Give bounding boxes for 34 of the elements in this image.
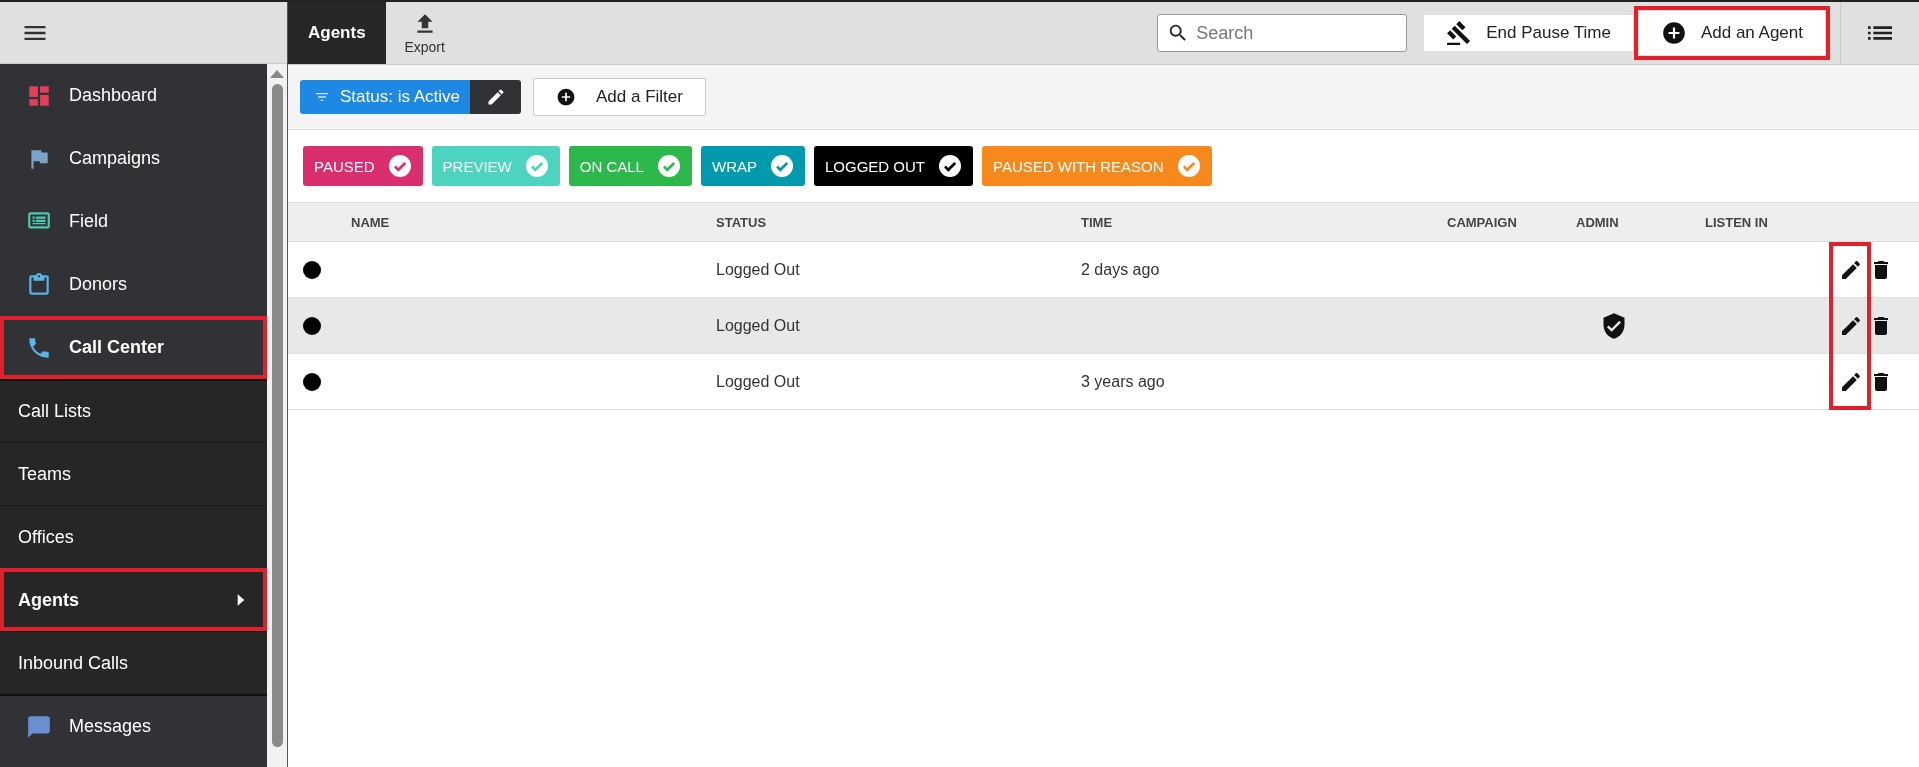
column-header: TIME xyxy=(1081,214,1114,230)
end-pause-button[interactable]: End Pause Time xyxy=(1423,14,1634,52)
column-header: CAMPAIGN xyxy=(1447,214,1518,230)
presence-dot xyxy=(303,372,321,391)
status-tag[interactable]: PAUSED xyxy=(303,146,423,186)
sidebar-item[interactable]: Inbound Calls xyxy=(0,631,267,694)
status-tag[interactable]: LOGGED OUT xyxy=(813,146,973,186)
sidebar-item[interactable]: Call Center xyxy=(0,316,267,379)
agents-tab[interactable]: Agents xyxy=(288,2,386,64)
chat-icon xyxy=(26,713,52,740)
column-header: NAME xyxy=(351,214,391,230)
column-header: LISTEN IN xyxy=(1705,214,1769,230)
scroll-up-icon[interactable] xyxy=(270,70,284,78)
column-header: STATUS xyxy=(716,214,768,230)
status-cell-text: Logged Out xyxy=(716,260,801,279)
status-cell-text: Logged Out xyxy=(716,316,801,335)
presence-dot xyxy=(303,260,321,279)
status-filter-chip[interactable]: Status: is Active xyxy=(300,80,470,114)
scrollbar[interactable] xyxy=(267,64,287,767)
sidebar-item[interactable]: Call Lists xyxy=(0,379,267,442)
status-cell-text: Logged Out xyxy=(716,372,801,391)
time-cell: 2 days ago xyxy=(1081,260,1160,278)
clipboard-icon xyxy=(26,271,52,298)
search-field[interactable]: Search xyxy=(1157,14,1408,52)
sidebar-item[interactable]: Offices xyxy=(0,505,267,568)
gavel-icon xyxy=(1446,20,1473,46)
sidebar-item[interactable]: Agents xyxy=(0,568,267,631)
export-button[interactable]: Export xyxy=(385,2,464,64)
presence-dot xyxy=(303,316,321,335)
sidebar-item[interactable]: Teams xyxy=(0,442,267,505)
time-cell: 3 years ago xyxy=(1081,372,1165,390)
add-filter-button[interactable]: Add a Filter xyxy=(533,78,706,116)
edit-filter-button[interactable] xyxy=(470,80,521,114)
column-header: ADMIN xyxy=(1576,214,1620,230)
